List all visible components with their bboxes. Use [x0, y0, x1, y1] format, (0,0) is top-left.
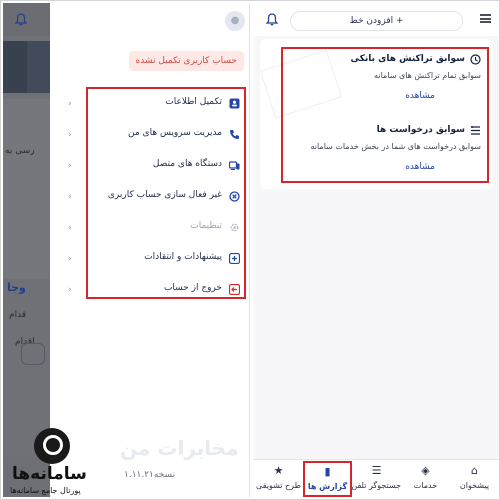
view-link[interactable]: مشاهده	[405, 162, 435, 172]
menu-item-connected-devices[interactable]: دستگاه های متصل ›	[68, 155, 244, 179]
background-banner-slide	[27, 41, 50, 93]
background-card	[3, 99, 50, 279]
nav-label: طرح تشویقی	[256, 481, 301, 490]
chevron-left-icon: ›	[68, 285, 72, 295]
add-line-button[interactable]: + افزودن خط	[290, 11, 463, 31]
app-version: نسخه۱.۱۱.۲۱	[124, 470, 176, 480]
nav-label: خدمات	[413, 481, 438, 490]
report-title: سوابق درخواست ها	[376, 125, 465, 135]
report-description: سوابق درخواست های شما در بخش خدمات سامان…	[310, 142, 481, 151]
right-screen: + افزودن خط سوابق تراکنش های بانکی سوابق…	[254, 3, 499, 497]
request-history-icon	[471, 126, 480, 135]
logout-icon	[229, 284, 240, 295]
report-requests[interactable]: سوابق درخواست ها سوابق درخواست های شما د…	[285, 125, 481, 177]
menu-item-my-services[interactable]: مدیریت سرویس های من ›	[68, 124, 244, 148]
nav-item-dashboard[interactable]: ⌂ پیشخوان	[450, 462, 499, 496]
chevron-left-icon: ›	[68, 161, 72, 171]
chevron-left-icon: ›	[68, 99, 72, 109]
deactivate-icon	[229, 191, 240, 202]
menu-item-label: غیر فعال سازی حساب کاربری	[107, 190, 222, 200]
background-button	[21, 343, 45, 365]
chevron-left-icon: ›	[68, 192, 72, 202]
nav-label: گزارش ها	[307, 482, 348, 491]
menu-item-label: مدیریت سرویس های من	[128, 128, 222, 138]
transaction-history-icon	[470, 54, 481, 65]
nav-item-reports[interactable]: ▮ گزارش ها	[303, 461, 352, 497]
star-icon: ★	[273, 464, 284, 477]
phone-search-icon: ☰	[371, 464, 382, 477]
site-logo-name: سامانه‌ها	[12, 464, 87, 484]
chevron-left-icon: ›	[68, 223, 72, 233]
top-bar: + افزودن خط	[254, 3, 499, 36]
menu-item-settings[interactable]: تنظیمات ›	[68, 217, 244, 241]
left-screen: رسی به وجا قدام اقدام ● حساب کاربری تکمی…	[3, 3, 250, 497]
home-icon: ⌂	[471, 464, 478, 477]
drawer-menu-highlight: تکمیل اطلاعات › مدیریت سرویس های من › دس…	[68, 87, 246, 299]
bell-icon[interactable]	[266, 13, 278, 26]
nav-label: جستجوگر تلفن	[351, 481, 401, 490]
reports-highlight: سوابق تراکنش های بانکی سوابق تمام تراکنش…	[281, 47, 489, 183]
view-link[interactable]: مشاهده	[405, 91, 435, 101]
nav-label: پیشخوان	[459, 481, 490, 490]
site-logo-tagline: پورتال جامع سامانه‌ها	[10, 486, 81, 495]
feedback-icon	[229, 253, 240, 264]
chevron-left-icon: ›	[68, 254, 72, 264]
chevron-left-icon: ›	[68, 130, 72, 140]
menu-item-label: پیشنهادات و انتقادات	[144, 252, 222, 262]
report-title: سوابق تراکنش های بانکی	[350, 54, 465, 64]
side-drawer: ● حساب کاربری تکمیل نشده تکمیل اطلاعات ›…	[50, 3, 249, 497]
devices-icon	[229, 161, 240, 170]
menu-item-complete-info[interactable]: تکمیل اطلاعات ›	[68, 93, 244, 117]
phone-icon	[230, 130, 239, 139]
menu-item-deactivate-account[interactable]: غیر فعال سازی حساب کاربری ›	[68, 186, 244, 210]
profile-incomplete-badge[interactable]: حساب کاربری تکمیل نشده	[128, 51, 244, 71]
menu-item-label: تنظیمات	[190, 221, 222, 231]
nav-item-incentive-plan[interactable]: ★ طرح تشویقی	[254, 462, 303, 496]
chart-icon: ▮	[324, 465, 331, 478]
nav-item-services[interactable]: ◈ خدمات	[401, 462, 450, 496]
background-text: قدام	[9, 310, 27, 320]
settings-icon	[230, 223, 239, 232]
user-card-icon	[229, 98, 240, 109]
menu-item-label: خروج از حساب	[163, 283, 222, 293]
bell-icon	[15, 13, 27, 26]
nav-item-phone-search[interactable]: ☰ جستجوگر تلفن	[351, 462, 401, 496]
menu-item-logout[interactable]: خروج از حساب ›	[68, 279, 244, 303]
screenshot-frame: رسی به وجا قدام اقدام ● حساب کاربری تکمی…	[0, 0, 500, 500]
background-text: رسی به	[5, 146, 35, 156]
background-app-dimmed[interactable]: رسی به وجا قدام اقدام	[3, 3, 50, 497]
site-logo-icon	[34, 428, 70, 464]
site-logo: سامانه‌ها پورتال جامع سامانه‌ها	[6, 428, 98, 497]
hamburger-menu-icon[interactable]	[480, 14, 491, 23]
report-description: سوابق تمام تراکنش های سامانه	[374, 71, 481, 80]
menu-item-label: دستگاه های متصل	[152, 159, 222, 169]
menu-item-feedback[interactable]: پیشنهادات و انتقادات ›	[68, 248, 244, 272]
report-transactions[interactable]: سوابق تراکنش های بانکی سوابق تمام تراکنش…	[285, 54, 481, 106]
bottom-navigation: ⌂ پیشخوان ◈ خدمات ☰ جستجوگر تلفن ▮ گزارش…	[254, 459, 499, 497]
avatar[interactable]: ●	[225, 11, 245, 31]
app-watermark: مخابرات من	[120, 436, 239, 460]
layers-icon: ◈	[421, 464, 430, 477]
menu-item-label: تکمیل اطلاعات	[165, 97, 222, 107]
background-text: وجا	[7, 281, 26, 294]
